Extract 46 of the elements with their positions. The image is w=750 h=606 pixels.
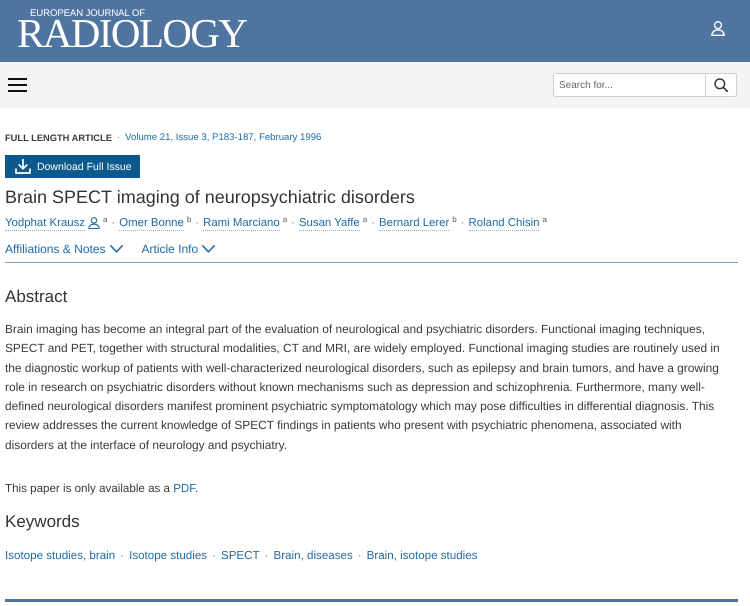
search-field[interactable]: Search for... [553,73,705,97]
affiliation-superscript[interactable]: b [452,215,457,225]
separator: · [371,216,376,231]
separator: · [358,548,362,564]
author-link[interactable]: Susan Yaffe [298,216,360,230]
section-heading: Abstract [5,286,68,308]
article-title: Brain SPECT imaging of neuropsychiatric disorders [5,186,416,208]
keyword-link[interactable]: Brain, isotope studies [366,547,478,566]
search-button[interactable] [705,73,737,97]
affiliation-superscript[interactable]: a [282,215,288,225]
info-toggle[interactable]: Article Info [142,239,216,259]
journal-logo-subtitle: EUROPEAN JOURNAL OF [30,9,146,19]
affiliation-superscript[interactable]: b [186,215,192,225]
separator: · [291,216,295,231]
keyword-link[interactable]: Isotope studies, brain [5,547,116,566]
separator: · [264,548,268,564]
separator: · [116,132,120,144]
article-type: FULL LENGTH ARTICLE [5,132,112,144]
citation-link[interactable]: Volume 21, Issue 3, P183-187, February 1996 [125,132,322,144]
section-heading: Keywords [5,511,81,534]
download-button[interactable]: Download Full Issue [5,155,140,178]
author-link[interactable]: Bernard Lerer [379,216,450,230]
user-icon[interactable] [711,21,725,36]
author-link[interactable]: Yodphat Krausz [5,216,86,230]
separator: · [195,216,200,231]
affiliation-superscript[interactable]: a [103,215,108,225]
separator: · [120,548,124,564]
separator: · [212,548,216,564]
abstract-text: Brain imaging has become an integral part of the evaluation of neurological and psychiatric disorders. Functional imaging techniques, SPECT and PET, together with structural modalities, CT and MRI, are widely employed. Functional imaging studies are routinely used in the diagnostic workup of patients with well-characterized neurological disorders, such as epilepsy and brain tumors, and have a growing role in research on psychiatric disorders without known mechanisms such as depression and schizophrenia. Furthermore, many well-defined neurological disorders manifest prominent psychiatric symptomatology which may pose difficulties in differential diagnosis. This review addresses the current knowledge of SPECT findings in patients who present with psychiatric phenomena, associated with disorders at the interface of neurology and psychiatry. [5,321,721,454]
affiliation-superscript[interactable]: a [542,215,547,225]
search-icon [714,78,728,92]
keyword-link[interactable]: Brain, diseases [274,547,353,566]
info-toggle[interactable]: Affiliations & Notes [5,239,122,259]
separator: · [460,216,465,231]
menu-icon[interactable] [8,78,27,92]
affiliation-superscript[interactable]: a [362,215,368,225]
author-link[interactable]: Omer Bonne [119,216,184,230]
availability-note: This paper is only available as a PDF. [5,481,200,498]
journal-logo-title: RADIOLOGY [17,16,246,50]
separator: · [111,216,116,231]
keyword-link[interactable]: SPECT [220,547,260,566]
pdf-link[interactable]: PDF [173,482,196,496]
author-link[interactable]: Roland Chisin [468,216,540,230]
download-icon [15,159,31,174]
author-link[interactable]: Rami Marciano [203,216,280,230]
keyword-link[interactable]: Isotope studies [129,547,208,566]
